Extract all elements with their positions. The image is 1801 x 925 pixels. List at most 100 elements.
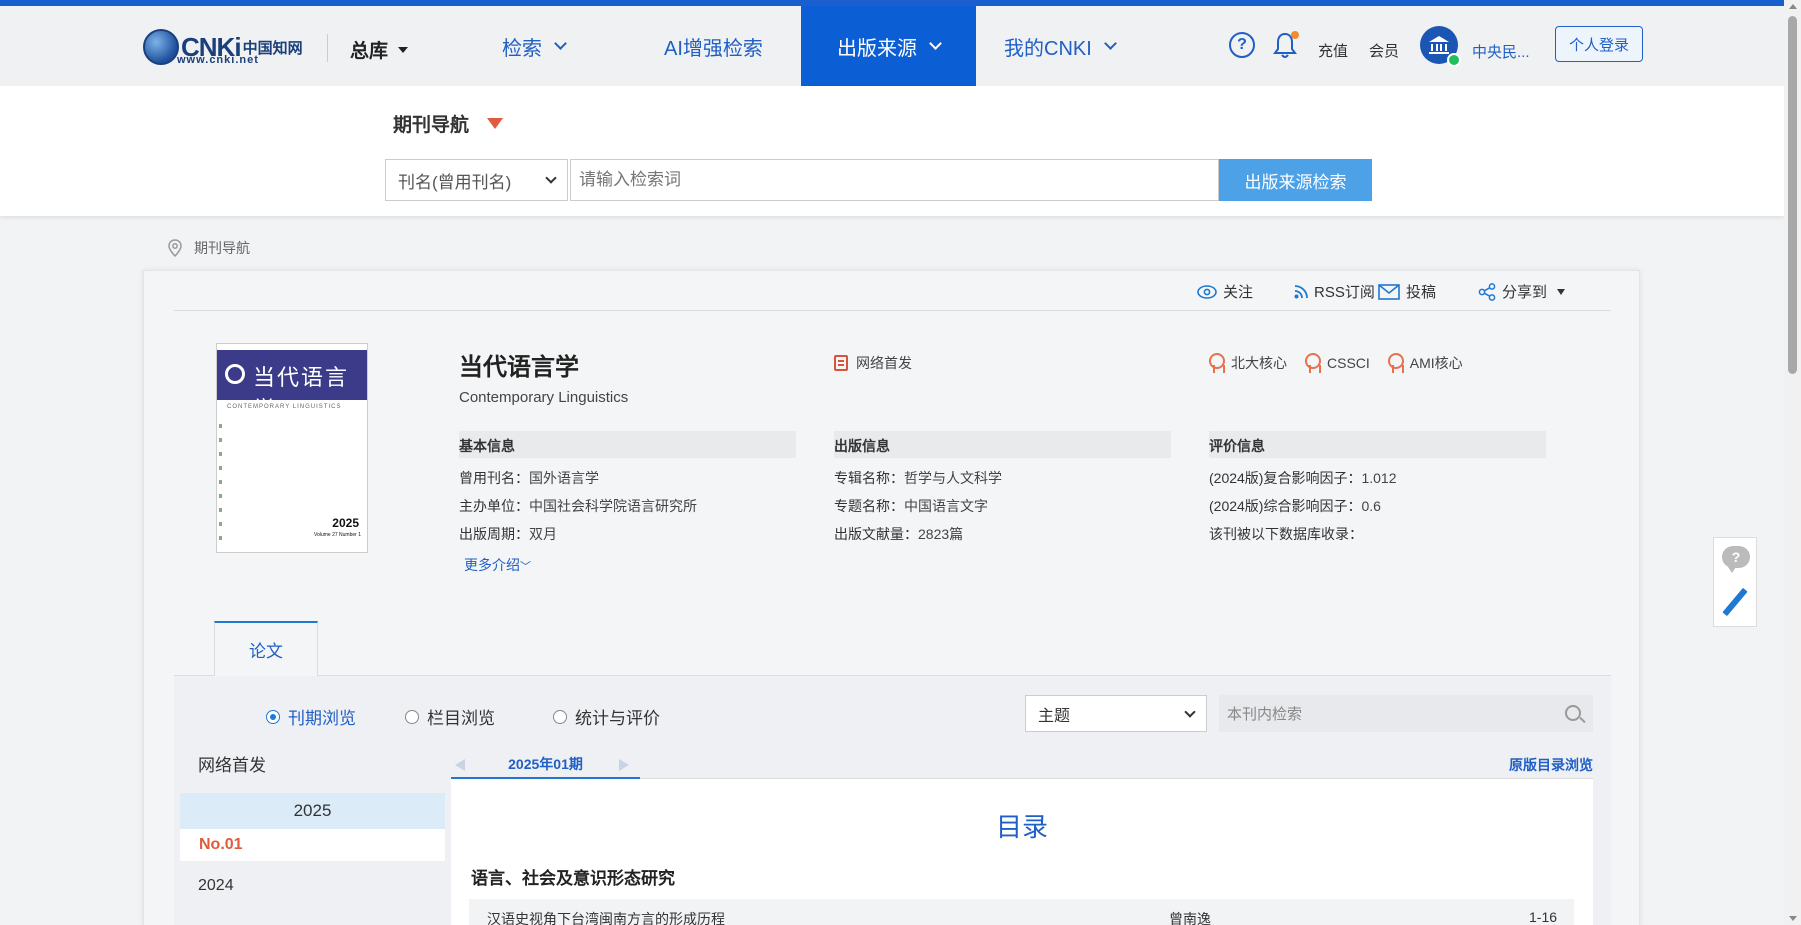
medal-icon [1305,353,1321,373]
info-row: (2024版)综合影响因子：0.6 [1209,496,1546,514]
more-intro-label: 更多介绍 [464,557,520,573]
year-item-2024[interactable]: 2024 [180,877,445,895]
nav-publication-source-label: 出版来源 [837,37,917,60]
source-search-band: 期刊导航 刊名(曾用刊名) 出版来源检索 [0,86,1784,216]
journal-nav-dropdown[interactable]: 期刊导航 [393,110,504,137]
member-link[interactable]: 会员 [1369,40,1399,61]
tab-papers[interactable]: 论文 [214,621,318,676]
info-row: 专辑名称：哲学与人文科学 [834,468,1171,486]
browse-panel: 刊期浏览 栏目浏览 统计与评价 主题 本刊内检索 网络首发 2025 No.01… [174,676,1611,925]
issue-tab-bar: 2025年01期 原版目录浏览 [451,751,1593,779]
info-value: 1.012 [1361,470,1397,486]
badge-ami-core: AMI核心 [1387,353,1463,373]
envelope-icon [1378,283,1400,300]
radio-indicator [405,709,419,724]
scroll-thumb[interactable] [1788,16,1797,374]
submit-button[interactable]: 投稿 [1378,281,1436,302]
library-dropdown[interactable]: 总库 [350,36,409,63]
institution-avatar[interactable] [1420,26,1461,67]
source-search-button[interactable]: 出版来源检索 [1219,159,1372,201]
chevron-down-icon [1184,705,1196,718]
search-input[interactable] [570,159,1219,201]
original-toc-link[interactable]: 原版目录浏览 [1509,755,1593,775]
nav-ai-search[interactable]: AI增强检索 [664,6,763,86]
radio-label: 统计与评价 [575,709,660,728]
radio-indicator [553,709,567,724]
document-icon [834,355,848,371]
info-value: 双月 [529,526,557,542]
inner-search-input[interactable]: 本刊内检索 [1219,695,1593,732]
medal-icon [1209,353,1225,373]
personal-login-button[interactable]: 个人登录 [1555,26,1643,62]
info-label: 该刊被以下数据库收录： [1209,526,1363,542]
year-item-online-first[interactable]: 网络首发 [180,751,445,781]
caret-down-icon [398,46,409,53]
info-row: (2024版)复合影响因子：1.012 [1209,468,1546,486]
bank-icon [1429,36,1449,54]
year-item-2025[interactable]: 2025 [180,793,445,829]
info-row: 专题名称：中国语言文字 [834,496,1171,514]
info-label: 曾用刊名： [459,470,529,486]
inner-search-field-select[interactable]: 主题 [1025,695,1207,732]
share-label: 分享到 [1502,284,1548,301]
floating-toolbar: ? [1713,537,1757,627]
cnki-logo[interactable]: CNKi 中国知网 www.cnki.net [143,24,303,70]
content-tabs: 论文 [174,621,1611,676]
publish-info-heading: 出版信息 [834,431,1171,458]
caret-down-icon [1557,288,1566,295]
chat-bubble-icon[interactable]: ? [1722,546,1750,573]
info-value: 2823篇 [918,526,964,542]
pencil-icon[interactable] [1722,587,1748,617]
share-button[interactable]: 分享到 [1478,281,1566,302]
breadcrumb-current[interactable]: 期刊导航 [194,238,250,258]
next-issue-arrow-icon[interactable] [619,759,629,771]
rss-icon [1294,284,1308,298]
radio-stats-eval[interactable]: 统计与评价 [553,704,660,729]
info-label: (2024版)复合影响因子： [1209,470,1362,486]
bell-icon[interactable] [1273,31,1299,59]
info-row: 出版周期：双月 [459,524,796,542]
radio-column-browse[interactable]: 栏目浏览 [405,704,495,729]
index-badges: 北大核心 CSSCI AMI核心 [1209,353,1463,373]
rss-button[interactable]: RSS订阅 [1294,281,1375,302]
library-label: 总库 [350,41,389,62]
journal-title-en: Contemporary Linguistics [459,389,629,406]
logo-url: www.cnki.net [177,54,259,66]
cover-subtitle: CONTEMPORARY LINGUISTICS [227,404,342,410]
globe-icon [143,29,179,65]
scroll-down-icon[interactable] [1789,916,1797,921]
article-title[interactable]: 汉语史视角下台湾闽南方言的形成历程 [487,909,725,925]
follow-button[interactable]: 关注 [1197,281,1253,302]
radio-label: 栏目浏览 [427,709,495,728]
rss-label: RSS订阅 [1314,284,1375,301]
table-row[interactable]: 汉语史视角下台湾闽南方言的形成历程 曾南逸 1-16 [469,899,1574,925]
info-label: 主办单位： [459,498,529,514]
radio-indicator [266,709,280,724]
institution-name[interactable]: 中央民... [1472,41,1530,62]
nav-my-cnki[interactable]: 我的CNKI [1004,6,1117,86]
search-icon[interactable] [1565,705,1581,721]
recharge-link[interactable]: 充值 [1318,40,1348,61]
scroll-up-icon[interactable] [1789,4,1797,9]
cover-volume: Volume 27 Number 1 [314,532,361,538]
article-author[interactable]: 曾南逸 [1169,909,1211,925]
issue-tab-current[interactable]: 2025年01期 [451,751,640,779]
nav-publication-source[interactable]: 出版来源 [801,6,976,86]
prev-issue-arrow-icon[interactable] [455,759,465,771]
notification-dot [1291,31,1299,39]
help-icon[interactable]: ? [1229,32,1255,58]
journal-cover[interactable]: 当代语言学 CONTEMPORARY LINGUISTICS 2025 Volu… [216,343,368,553]
more-intro-link[interactable]: 更多介绍﹀ [464,555,531,575]
search-field-select[interactable]: 刊名(曾用刊名) [385,159,568,201]
eye-icon [1197,284,1217,299]
basic-info: 基本信息 曾用刊名：国外语言学 主办单位：中国社会科学院语言研究所 出版周期：双… [459,431,796,542]
page-scrollbar[interactable] [1784,0,1801,925]
info-label: 专题名称： [834,498,904,514]
radio-label: 刊期浏览 [288,709,356,728]
radio-issue-browse[interactable]: 刊期浏览 [266,704,356,729]
nav-search[interactable]: 检索 [502,6,567,86]
issue-item-no01[interactable]: No.01 [180,829,445,861]
info-label: 出版文献量： [834,526,918,542]
journal-nav-title: 期刊导航 [393,114,470,136]
journal-card: 关注 RSS订阅 投稿 分享到 当代语言学 CONTEMPORARY LINGU… [143,270,1640,925]
